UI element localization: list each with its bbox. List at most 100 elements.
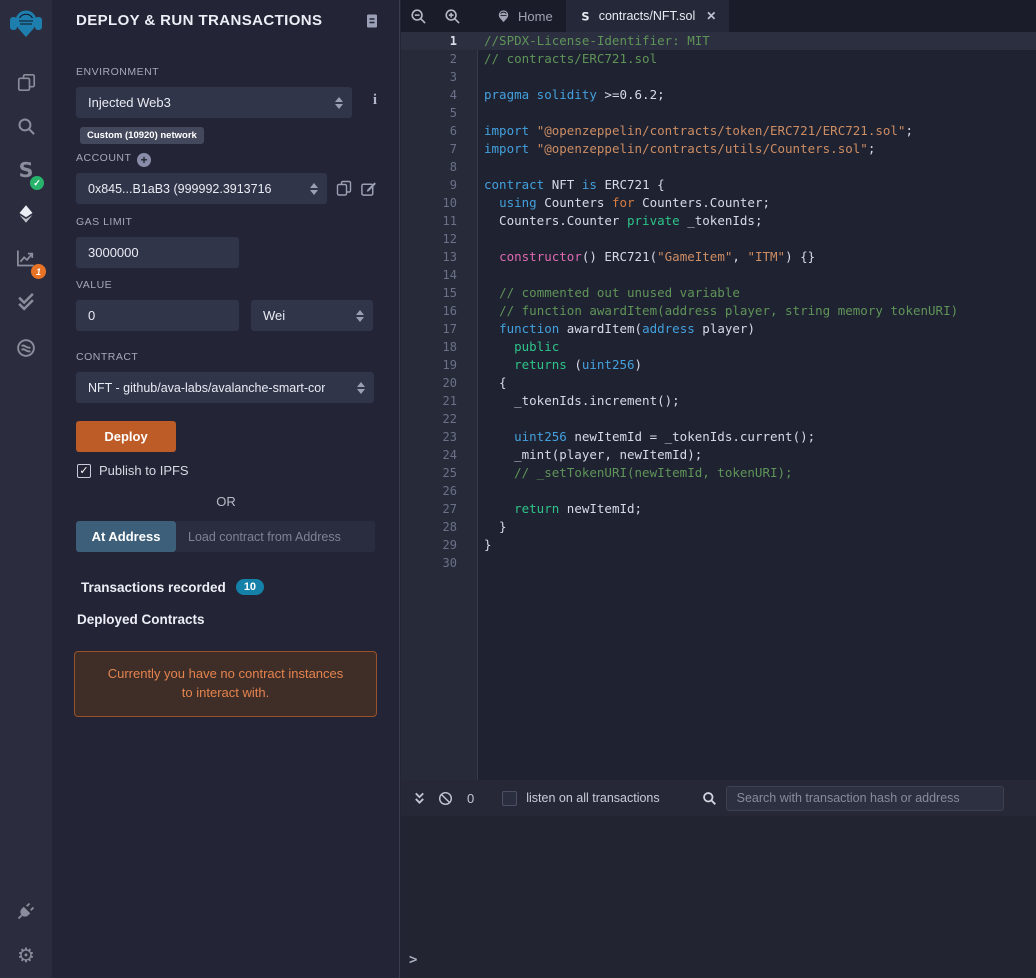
code-line[interactable]: 25 // _setTokenURI(newItemId, tokenURI); <box>401 464 1036 482</box>
line-number: 7 <box>449 142 457 156</box>
code-line[interactable]: 2 // contracts/ERC721.sol <box>401 50 1036 68</box>
listen-transactions-checkbox[interactable] <box>502 790 518 806</box>
at-address-placeholder: Load contract from Address <box>188 529 341 544</box>
line-number: 30 <box>442 556 457 570</box>
code-line[interactable]: 20 { <box>401 374 1036 392</box>
select-arrows-icon <box>335 96 343 109</box>
code-line[interactable]: 6 import "@openzeppelin/contracts/token/E… <box>401 122 1036 140</box>
line-number: 21 <box>442 394 457 408</box>
copy-account-icon[interactable] <box>336 180 352 201</box>
environment-info-icon[interactable]: i <box>368 92 382 109</box>
code-line[interactable]: 10 using Counters for Counters.Counter; <box>401 194 1036 212</box>
solidity-compiler-icon[interactable]: S ✓ <box>0 152 52 190</box>
code-line[interactable]: 30 <box>401 554 1036 572</box>
zoom-in-icon[interactable] <box>435 0 469 32</box>
terminal-search-input[interactable]: Search with transaction hash or address <box>725 785 1004 811</box>
settings-icon[interactable]: ⚙ <box>0 937 52 973</box>
transactions-recorded-row[interactable]: Transactions recorded 10 <box>81 579 265 595</box>
line-number: 17 <box>442 322 457 336</box>
code-line[interactable]: 21 _tokenIds.increment(); <box>401 392 1036 410</box>
code-area[interactable]: 1 //SPDX-License-Identifier: MIT 2 // contr… <box>401 32 1036 780</box>
code-line[interactable]: 18 public <box>401 338 1036 356</box>
at-address-button[interactable]: At Address <box>76 521 176 552</box>
select-arrows-icon <box>310 182 318 195</box>
or-divider-label: OR <box>216 494 236 509</box>
code-line[interactable]: 28 } <box>401 518 1036 536</box>
gas-limit-input[interactable]: 3000000 <box>76 237 239 268</box>
tab-home-label: Home <box>518 8 553 24</box>
collapse-terminal-icon[interactable] <box>413 791 426 806</box>
publish-ipfs-row: ✓ Publish to IPFS <box>77 463 189 478</box>
unit-testing-icon[interactable] <box>0 284 52 320</box>
code-line[interactable]: 24 _mint(player, newItemId); <box>401 446 1036 464</box>
code-line[interactable]: 15 // commented out unused variable <box>401 284 1036 302</box>
tab-nft-sol[interactable]: S contracts/NFT.sol ✕ <box>565 0 730 32</box>
tab-home[interactable]: Home <box>483 0 566 32</box>
line-number: 9 <box>449 178 457 192</box>
line-number: 1 <box>449 34 457 48</box>
clear-console-icon[interactable] <box>438 791 453 806</box>
line-number: 28 <box>442 520 457 534</box>
code-line[interactable]: 22 <box>401 410 1036 428</box>
code-lines: 1 //SPDX-License-Identifier: MIT 2 // contr… <box>401 32 1036 572</box>
code-line[interactable]: 4 pragma solidity >=0.6.2; <box>401 86 1036 104</box>
close-tab-icon[interactable]: ✕ <box>706 9 716 23</box>
debugger-icon[interactable] <box>0 330 52 366</box>
at-address-input[interactable]: Load contract from Address <box>176 521 375 552</box>
code-line[interactable]: 23 uint256 newItemId = _tokenIds.current… <box>401 428 1036 446</box>
code-text: // function awardItem(address player, st… <box>499 303 959 318</box>
code-line[interactable]: 13 constructor() ERC721("GameItem", "ITM… <box>401 248 1036 266</box>
code-line[interactable]: 17 function awardItem(address player) <box>401 320 1036 338</box>
publish-ipfs-checkbox[interactable]: ✓ <box>77 463 91 478</box>
tab-nft-sol-label: contracts/NFT.sol <box>598 9 696 23</box>
line-number: 8 <box>449 160 457 174</box>
deploy-button[interactable]: Deploy <box>76 421 176 452</box>
code-line[interactable]: 7 import "@openzeppelin/contracts/utils/C… <box>401 140 1036 158</box>
code-line[interactable]: 27 return newItemId; <box>401 500 1036 518</box>
line-number: 2 <box>449 52 457 66</box>
code-line[interactable]: 1 //SPDX-License-Identifier: MIT <box>401 32 1036 50</box>
zoom-out-icon[interactable] <box>401 0 435 32</box>
remix-logo-icon[interactable] <box>7 6 45 44</box>
code-line[interactable]: 8 <box>401 158 1036 176</box>
code-line[interactable]: 16 // function awardItem(address player,… <box>401 302 1036 320</box>
terminal: 0 listen on all transactions Search with… <box>401 780 1036 978</box>
terminal-prompt[interactable]: > <box>409 952 417 968</box>
code-line[interactable]: 29} <box>401 536 1036 554</box>
value-input[interactable]: 0 <box>76 300 239 331</box>
code-text: returns (uint256) <box>514 357 643 372</box>
file-explorer-icon[interactable] <box>0 64 52 100</box>
line-number: 3 <box>449 70 457 84</box>
search-icon[interactable] <box>0 108 52 144</box>
environment-value: Injected Web3 <box>88 95 171 110</box>
deploy-and-run-icon[interactable] <box>0 196 52 232</box>
analytics-icon[interactable]: 1 <box>0 240 52 279</box>
line-number: 18 <box>442 340 457 354</box>
code-line[interactable]: 11 Counters.Counter private _tokenIds; <box>401 212 1036 230</box>
line-number: 20 <box>442 376 457 390</box>
line-number: 19 <box>442 358 457 372</box>
code-text: _tokenIds.increment(); <box>484 393 680 408</box>
account-select[interactable]: 0x845...B1aB3 (999992.3913716 <box>76 173 327 204</box>
code-line[interactable]: 9 contract NFT is ERC721 { <box>401 176 1036 194</box>
code-line[interactable]: 19 returns (uint256) <box>401 356 1036 374</box>
code-line[interactable]: 26 <box>401 482 1036 500</box>
code-line[interactable]: 12 <box>401 230 1036 248</box>
line-number: 10 <box>442 196 457 210</box>
code-line[interactable]: 5 <box>401 104 1036 122</box>
deploy-run-panel: DEPLOY & RUN TRANSACTIONS ENVIRONMENT In… <box>52 0 422 978</box>
edit-account-icon[interactable] <box>360 180 377 202</box>
add-account-icon[interactable]: + <box>137 153 151 167</box>
code-line[interactable]: 14 <box>401 266 1036 284</box>
contract-select[interactable]: NFT - github/ava-labs/avalanche-smart-co… <box>76 372 374 403</box>
environment-select[interactable]: Injected Web3 <box>76 87 352 118</box>
code-text: import "@openzeppelin/contracts/token/ER… <box>484 123 913 138</box>
value-unit-select[interactable]: Wei <box>251 300 373 331</box>
code-line[interactable]: 3 <box>401 68 1036 86</box>
line-number: 13 <box>442 250 457 264</box>
plugin-manager-icon[interactable] <box>0 893 52 929</box>
documentation-icon[interactable] <box>364 13 380 34</box>
